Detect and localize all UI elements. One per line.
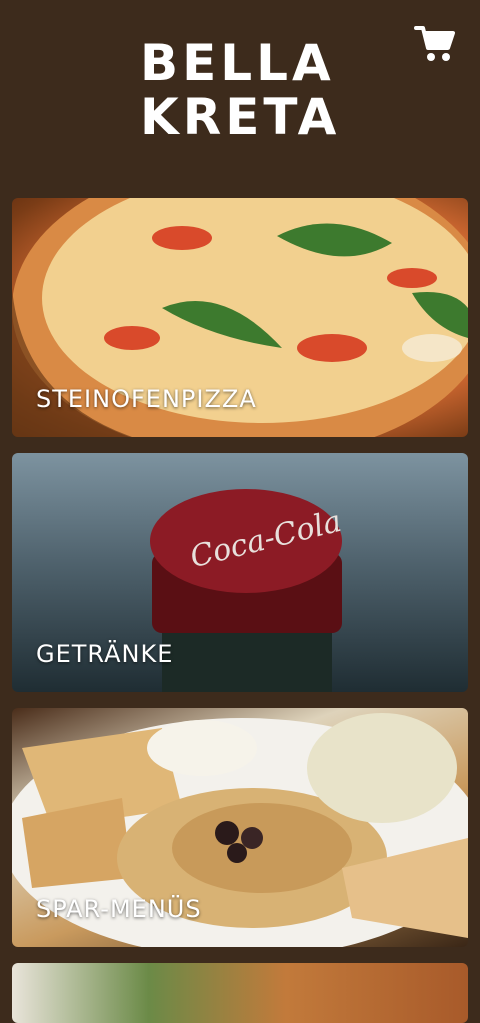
category-card-getraenke[interactable]: Coca-Cola GETRÄNKE <box>12 453 468 692</box>
shopping-cart-icon[interactable] <box>414 24 456 64</box>
category-card-partial[interactable] <box>12 963 468 1023</box>
category-label: STEINOFENPIZZA <box>36 385 257 413</box>
brand-line-2: KRETA <box>140 88 341 146</box>
category-card-spar-menues[interactable]: SPAR-MENÜS <box>12 708 468 947</box>
category-label: SPAR-MENÜS <box>36 895 202 923</box>
category-label: GETRÄNKE <box>36 640 174 668</box>
brand-line-1: BELLA <box>140 34 335 92</box>
app-header: BELLA KRETA <box>0 0 480 190</box>
food-image <box>12 963 468 1023</box>
brand-logo[interactable]: BELLA KRETA <box>140 34 341 146</box>
category-card-steinofenpizza[interactable]: STEINOFENPIZZA <box>12 198 468 437</box>
